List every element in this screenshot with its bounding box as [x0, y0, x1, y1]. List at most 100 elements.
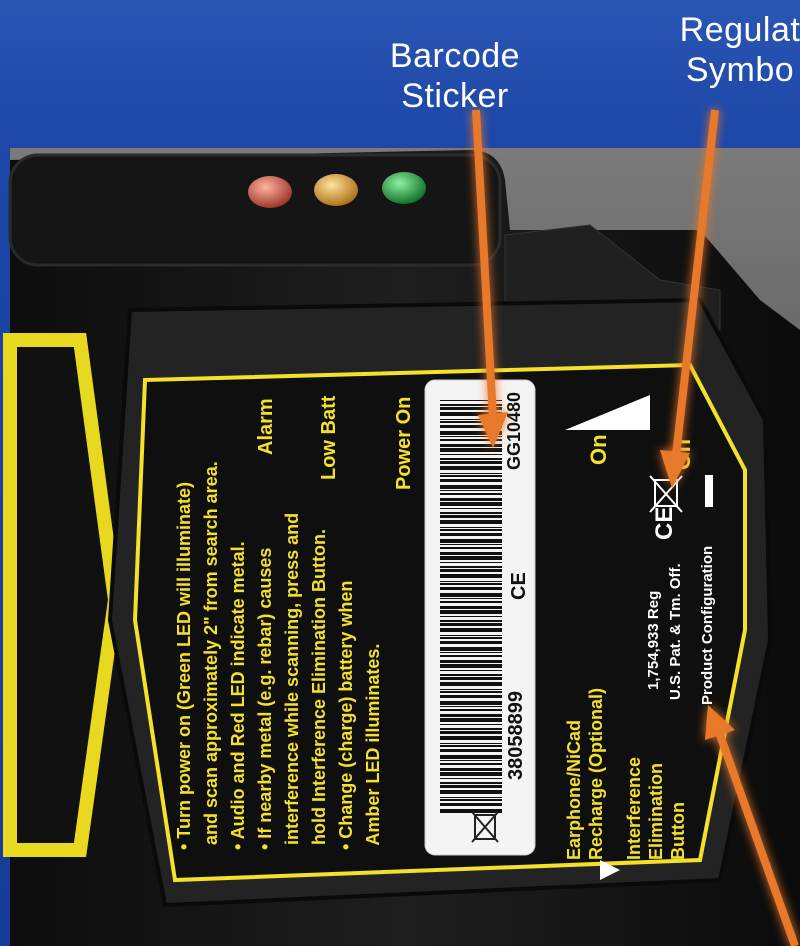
barcode-bar: [440, 718, 502, 722]
barcode-bar: [440, 731, 502, 734]
barcode-bar: [440, 498, 502, 501]
earphone-line-1: Earphone/NiCad: [564, 720, 584, 860]
barcode-bar: [440, 539, 502, 543]
device-photo: • Turn power on (Green LED will illumina…: [3, 109, 800, 946]
instruction-line: and scan approximately 2" from search ar…: [201, 461, 221, 850]
barcode-bar: [440, 547, 502, 549]
barcode-bar: [440, 799, 502, 801]
instruction-line: hold Interference Elimination Button.: [309, 529, 329, 850]
barcode-bar: [440, 508, 502, 509]
barcode-bar: [440, 809, 502, 813]
barcode-bar: [440, 660, 502, 663]
barcode-bar: [440, 562, 502, 563]
barcode-bar: [440, 677, 502, 680]
barcode-bar: [440, 670, 502, 671]
barcode-sticker: GG10480 CE 38058899: [424, 379, 536, 856]
photo-stage: • Turn power on (Green LED will illumina…: [0, 0, 800, 946]
barcode-bar: [440, 706, 502, 707]
weee-bar-icon: [705, 475, 713, 507]
barcode-bar: [440, 448, 502, 452]
barcode-bar: [440, 606, 502, 609]
barcode-bar: [440, 641, 502, 644]
barcode-bar: [440, 601, 502, 603]
patent-line-2: U.S. Pat. & Tm. Off.: [667, 563, 684, 700]
barcode-bar: [440, 610, 502, 614]
barcode-bar: [440, 527, 502, 528]
barcode-bar: [440, 745, 502, 747]
barcode-ce-mark: CE: [508, 572, 530, 600]
barcode-bar: [440, 502, 502, 506]
barcode-bar: [440, 574, 502, 578]
barcode-bar: [440, 790, 502, 794]
led-housing: [8, 153, 502, 267]
barcode-bar: [440, 691, 502, 693]
barcode-bar: [440, 647, 502, 651]
instruction-line: • Turn power on (Green LED will illumina…: [174, 482, 194, 850]
switch-on-label: On: [586, 434, 611, 465]
patent-line-1: 1,754,933 Reg: [645, 591, 662, 690]
barcode-bar: [440, 623, 502, 626]
legend-alarm: Alarm: [255, 398, 277, 455]
barcode-bar: [440, 490, 502, 491]
barcode-bar: [440, 785, 502, 788]
instruction-line: • Audio and Red LED indicate metal.: [228, 541, 248, 850]
barcode-bar: [440, 637, 502, 639]
patent-line-3: Product Configuration: [699, 546, 716, 705]
barcode-bar: [440, 454, 502, 455]
barcode-bar: [440, 655, 502, 657]
barcode-bar: [440, 566, 502, 568]
barcode-code-bottom: 38058899: [505, 691, 527, 780]
barcode-bar: [440, 714, 502, 717]
interference-line-3: Button: [668, 802, 688, 860]
barcode-bar: [440, 763, 502, 765]
barcode-bar: [440, 458, 502, 460]
barcode-bar: [440, 768, 502, 771]
earphone-line-2: Recharge (Optional): [586, 688, 606, 860]
regulatory-symbol-callout: Regulat Symbo: [679, 11, 800, 89]
barcode-bar: [440, 475, 502, 477]
led-green-icon: [382, 172, 426, 204]
barcode-bar: [440, 583, 502, 585]
led-legend-group: Alarm: [255, 398, 277, 455]
barcode-bar: [440, 736, 502, 740]
barcode-bar: [440, 682, 502, 686]
barcode-bar: [440, 728, 502, 730]
barcode-bar: [440, 635, 502, 636]
instruction-line: interference while scanning, press and: [282, 513, 302, 850]
ce-mark-icon: CE: [651, 507, 678, 540]
barcode-bar: [440, 461, 502, 464]
led-indicators: [248, 172, 426, 208]
barcode-bar: [440, 515, 502, 518]
barcode-bar: [440, 709, 502, 711]
barcode-bar: [440, 664, 502, 668]
barcode-bar: [440, 749, 502, 752]
barcode-bar: [440, 593, 502, 597]
instruction-line: • If nearby metal (e.g. rebar) causes: [255, 548, 275, 850]
barcode-code-top: GG10480: [504, 392, 524, 470]
barcode-bar: [440, 743, 502, 744]
barcode-bar: [440, 569, 502, 572]
barcode-bar: [440, 803, 502, 806]
barcode-bar: [440, 616, 502, 617]
barcode-bar: [440, 674, 502, 676]
barcode-bar: [440, 689, 502, 690]
barcode-bar: [440, 755, 502, 759]
barcode-bar: [440, 652, 502, 653]
barcode-bar: [440, 512, 502, 514]
legend-power-on: Power On: [393, 397, 415, 490]
interference-line-1: Interference: [624, 757, 644, 860]
barcode-bar: [440, 479, 502, 482]
barcode-bar: [440, 473, 502, 474]
barcode-bar: [440, 587, 502, 590]
barcode-bar: [440, 552, 502, 555]
barcode-bar: [440, 520, 502, 524]
barcode-bar: [440, 782, 502, 784]
barcode-bar: [440, 485, 502, 489]
barcode-bar: [440, 778, 502, 779]
led-amber-icon: [314, 174, 358, 206]
barcode-bar: [440, 529, 502, 531]
barcode-sticker-callout: Barcode Sticker: [389, 37, 521, 115]
barcode-bar: [440, 620, 502, 622]
barcode-bar: [440, 466, 502, 470]
barcode-bar: [440, 797, 502, 798]
